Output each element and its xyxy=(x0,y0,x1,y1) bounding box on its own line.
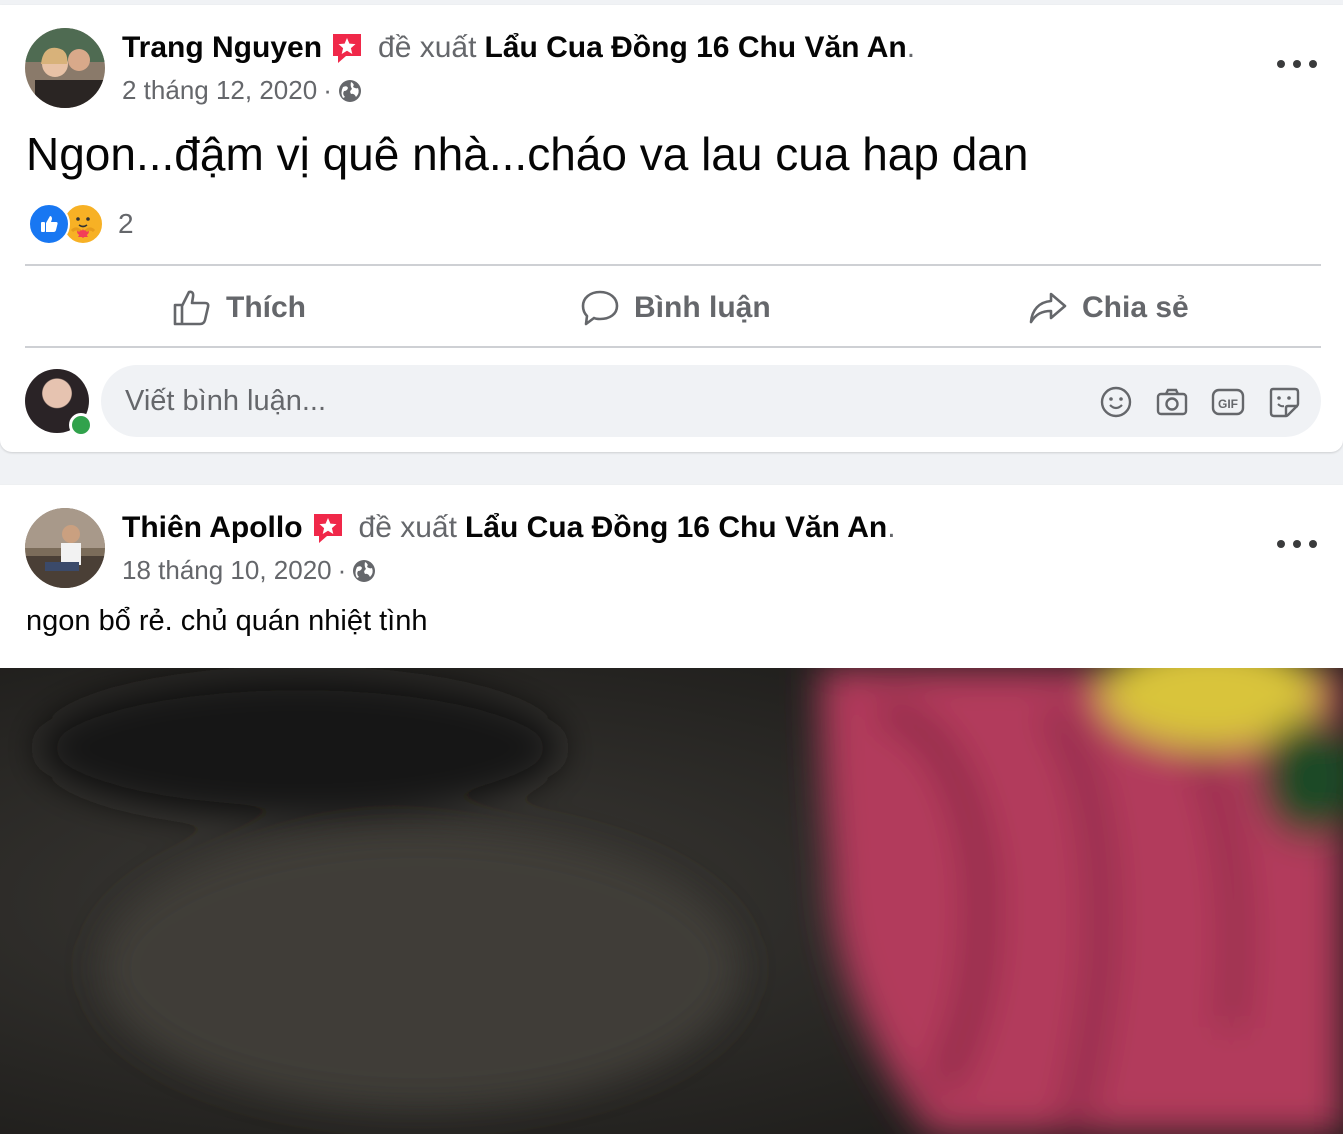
svg-text:GIF: GIF xyxy=(1218,397,1238,411)
post-text: ngon bổ rẻ. chủ quán nhiệt tình xyxy=(26,605,428,637)
post-text: Ngon...đậm vị quê nhà...cháo va lau cua … xyxy=(26,128,1029,180)
thumbs-up-icon xyxy=(173,290,210,326)
author-name[interactable]: Thiên Apollo xyxy=(122,511,303,545)
divider xyxy=(25,346,1321,348)
post-card: Trang Nguyen đề xuất Lẩu Cua Đồng 16 Chu… xyxy=(0,5,1343,452)
comment-label: Bình luận xyxy=(634,291,771,324)
sticker-icon[interactable] xyxy=(1267,385,1301,419)
page-link[interactable]: Lẩu Cua Đồng 16 Chu Văn An xyxy=(465,511,887,545)
post-photo[interactable] xyxy=(0,668,1343,1134)
comment-bubble-icon xyxy=(581,290,619,326)
comment-composer: Viết bình luận... GIF xyxy=(25,365,1321,441)
comment-input[interactable]: Viết bình luận... GIF xyxy=(101,365,1321,437)
like-label: Thích xyxy=(226,291,306,324)
reaction-count: 2 xyxy=(118,208,134,239)
post-date[interactable]: 18 tháng 10, 2020 xyxy=(122,555,332,586)
globe-icon[interactable] xyxy=(338,79,362,103)
divider xyxy=(25,264,1321,266)
reaction-summary[interactable]: 2 xyxy=(28,203,134,245)
gif-icon[interactable]: GIF xyxy=(1211,385,1245,419)
meta-separator: · xyxy=(337,555,347,585)
recommend-badge-icon xyxy=(311,511,345,545)
author-avatar[interactable] xyxy=(25,508,105,588)
post-date[interactable]: 2 tháng 12, 2020 xyxy=(122,75,317,106)
name-period: . xyxy=(887,511,896,544)
globe-icon[interactable] xyxy=(352,559,376,583)
meta-separator: · xyxy=(323,75,332,105)
recommend-badge-icon xyxy=(330,31,364,65)
comment-placeholder: Viết bình luận... xyxy=(125,385,327,417)
like-button[interactable]: Thích xyxy=(172,283,306,333)
emoji-icon[interactable] xyxy=(1099,385,1133,419)
recommend-verb: đề xuất xyxy=(378,31,477,64)
page-link[interactable]: Lẩu Cua Đồng 16 Chu Văn An xyxy=(484,31,906,65)
author-avatar[interactable] xyxy=(25,28,105,108)
like-reaction-icon xyxy=(28,203,70,245)
camera-icon[interactable] xyxy=(1155,385,1189,419)
share-arrow-icon xyxy=(1029,292,1067,324)
name-period: . xyxy=(906,31,916,64)
recommend-verb: đề xuất xyxy=(358,511,457,544)
author-name[interactable]: Trang Nguyen xyxy=(122,31,322,65)
more-options-button[interactable] xyxy=(1277,49,1317,79)
online-status-indicator xyxy=(69,413,93,437)
post-card: Thiên Apollo đề xuất Lẩu Cua Đồng 16 Chu… xyxy=(0,485,1343,1134)
share-button[interactable]: Chia sẻ xyxy=(1028,283,1189,333)
more-options-button[interactable] xyxy=(1277,529,1317,559)
comment-button[interactable]: Bình luận xyxy=(580,283,771,333)
share-label: Chia sẻ xyxy=(1082,291,1189,324)
